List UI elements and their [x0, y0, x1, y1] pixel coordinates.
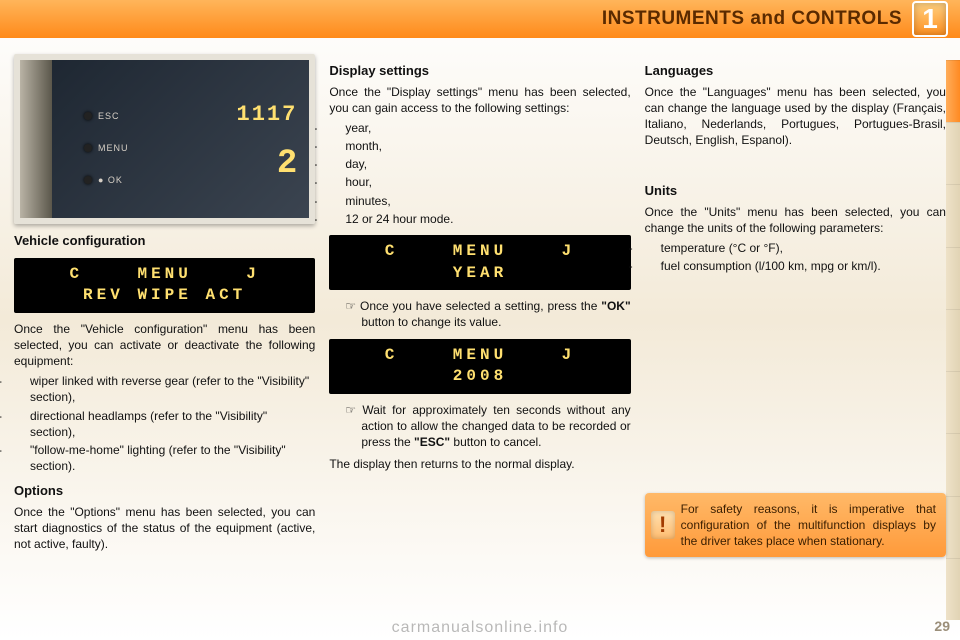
esc-note-item: Wait for approximately ten seconds witho… [345, 402, 630, 451]
list-item: 12 or 24 hour mode. [329, 211, 630, 227]
display-settings-intro: Once the "Display settings" menu has bee… [329, 84, 630, 116]
esc-note: Wait for approximately ten seconds witho… [345, 402, 630, 451]
esc-note-post: button to cancel. [450, 435, 541, 449]
list-item: minutes, [329, 193, 630, 209]
options-heading: Options [14, 482, 315, 500]
units-heading: Units [645, 182, 946, 200]
clock-readout: 1117 [237, 100, 298, 130]
warning-text: For safety reasons, it is imperative tha… [681, 502, 936, 548]
manual-page: INSTRUMENTS and CONTROLS 1 ESC MENU ● OK… [0, 0, 960, 640]
vehicle-config-list: wiper linked with reverse gear (refer to… [14, 373, 315, 474]
vehicle-config-heading: Vehicle configuration [14, 232, 315, 250]
spacer [645, 281, 946, 481]
ok-note-post: button to change its value. [361, 315, 501, 329]
list-item: year, [329, 120, 630, 136]
languages-heading: Languages [645, 62, 946, 80]
display-settings-heading: Display settings [329, 62, 630, 80]
list-item: fuel consumption (l/100 km, mpg or km/l)… [645, 258, 946, 274]
tab [946, 371, 960, 433]
esc-bold: "ESC" [414, 435, 450, 449]
tab [946, 247, 960, 309]
list-item: directional headlamps (refer to the "Vis… [14, 408, 315, 440]
languages-body: Once the "Languages" menu has been selec… [645, 84, 946, 149]
dashboard-photo: ESC MENU ● OK 1117 2 [14, 54, 315, 224]
column-left: ESC MENU ● OK 1117 2 Vehicle configurati… [14, 54, 315, 598]
tab-active [946, 60, 960, 122]
tab [946, 184, 960, 246]
chapter-badge: 1 [912, 1, 948, 37]
vehicle-config-intro: Once the "Vehicle configuration" menu ha… [14, 321, 315, 370]
tab [946, 558, 960, 620]
tab [946, 309, 960, 371]
menu-label: MENU [98, 142, 129, 154]
column-right: Languages Once the "Languages" menu has … [645, 54, 946, 598]
ok-note-item: Once you have selected a setting, press … [345, 298, 630, 330]
tab [946, 122, 960, 184]
tab [946, 496, 960, 558]
list-item: "follow-me-home" lighting (refer to the … [14, 442, 315, 474]
side-tabs [946, 60, 960, 620]
esc-label: ESC [98, 110, 120, 122]
safety-warning: ! For safety reasons, it is imperative t… [645, 493, 946, 558]
options-body: Once the "Options" menu has been selecte… [14, 504, 315, 553]
list-item: temperature (°C or °F), [645, 240, 946, 256]
page-header: INSTRUMENTS and CONTROLS 1 [0, 0, 960, 38]
ok-note: Once you have selected a setting, press … [345, 298, 630, 330]
ok-label: ● OK [98, 174, 123, 186]
photo-edge [20, 60, 52, 218]
button-dot [84, 144, 92, 152]
column-center: Display settings Once the "Display setti… [329, 54, 630, 598]
lcd-rev-wipe: C MENU J REV WIPE ACT [14, 258, 315, 313]
button-dot [84, 176, 92, 184]
list-item: day, [329, 156, 630, 172]
button-dot [84, 112, 92, 120]
lcd-year: C MENU J YEAR [329, 235, 630, 290]
return-note: The display then returns to the normal d… [329, 456, 630, 472]
ok-bold: "OK" [601, 299, 630, 313]
warning-icon: ! [651, 511, 675, 539]
watermark: carmanualsonline.info [392, 619, 569, 637]
display-settings-list: year, month, day, hour, minutes, 12 or 2… [329, 120, 630, 227]
header-title: INSTRUMENTS and CONTROLS [602, 8, 902, 30]
units-list: temperature (°C or °F), fuel consumption… [645, 240, 946, 274]
lcd-2008: C MENU J 2008 [329, 339, 630, 394]
content-columns: ESC MENU ● OK 1117 2 Vehicle configurati… [0, 38, 960, 598]
sub-readout: 2 [277, 142, 297, 188]
units-intro: Once the "Units" menu has been selected,… [645, 204, 946, 236]
list-item: wiper linked with reverse gear (refer to… [14, 373, 315, 405]
list-item: month, [329, 138, 630, 154]
spacer [645, 152, 946, 174]
ok-note-pre: Once you have selected a setting, press … [360, 299, 601, 313]
tab [946, 433, 960, 495]
list-item: hour, [329, 174, 630, 190]
page-number: 29 [934, 618, 950, 634]
